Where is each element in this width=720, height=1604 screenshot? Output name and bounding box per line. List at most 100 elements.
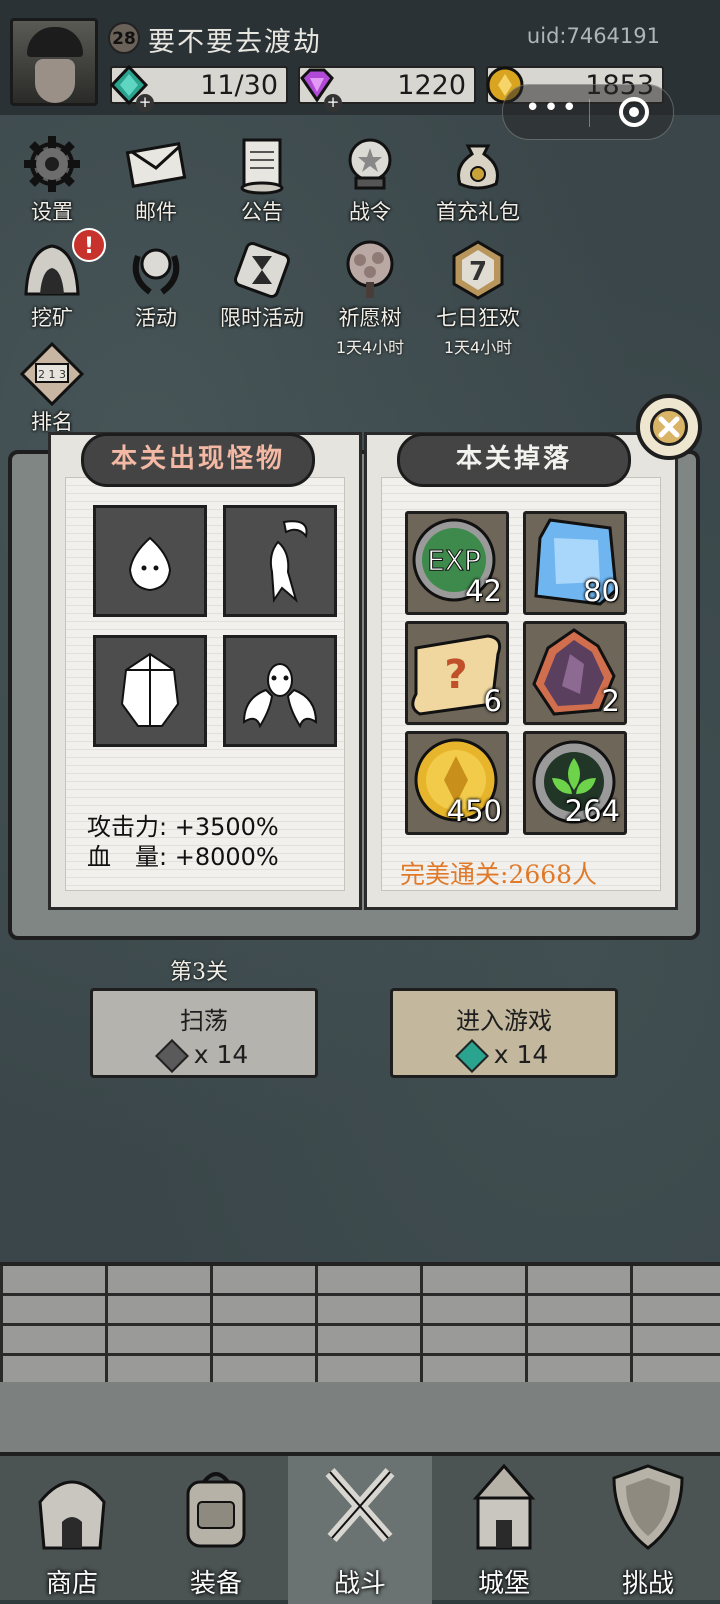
wizard-hat-icon	[27, 27, 83, 57]
castle-icon	[472, 1463, 536, 1550]
nav-challenge[interactable]: 挑战	[576, 1456, 720, 1604]
sweep-cost: x 14	[93, 1039, 315, 1073]
svg-text:?: ?	[444, 652, 467, 698]
hp-stat: 血 量: +8000%	[87, 837, 279, 872]
menu-mining[interactable]: ! 挖矿	[4, 228, 106, 332]
close-miniapp-icon[interactable]	[619, 97, 649, 127]
wish-tree-icon	[346, 240, 394, 298]
nav-castle[interactable]: 城堡	[432, 1456, 576, 1604]
capsule-divider	[589, 99, 590, 127]
drop-blue-gem[interactable]: 80	[523, 511, 627, 615]
money-bag-icon	[457, 144, 499, 190]
menu-label: 祈愿树	[338, 306, 402, 330]
menu-label: 设置	[31, 200, 73, 224]
monster-golem[interactable]	[93, 635, 207, 747]
nav-label: 商店	[45, 1569, 98, 1599]
drops-title-banner: 本关掉落	[397, 433, 631, 487]
menu-announcement[interactable]: 公告	[214, 132, 310, 226]
wizard-beard-icon	[35, 59, 75, 103]
sweep-cost-value: x 14	[193, 1040, 249, 1069]
drop-mystery-scroll[interactable]: ? 6	[405, 621, 509, 725]
notification-alert-icon: !	[72, 228, 106, 262]
stage-number: 第3关	[170, 960, 228, 985]
nav-label: 挑战	[621, 1569, 674, 1599]
menu-limited-events[interactable]: 限时活动	[214, 238, 310, 332]
energy-crystal-icon	[454, 1039, 489, 1073]
exp-label: EXP	[427, 544, 481, 577]
seven-day-badge-icon: 7	[452, 240, 504, 300]
scroll-icon	[240, 138, 284, 195]
backpack-icon	[186, 1472, 246, 1548]
gem-resource[interactable]: + 1220	[298, 66, 476, 112]
bottom-nav: 商店 装备 战斗 城堡 挑战	[0, 1452, 720, 1604]
menu-label: 首充礼包	[436, 200, 520, 224]
slime-icon	[128, 536, 172, 592]
add-energy-icon[interactable]: +	[136, 94, 154, 112]
monsters-title-banner: 本关出现怪物	[81, 433, 315, 487]
drop-gold-coin[interactable]: 450	[405, 731, 509, 835]
menu-settings[interactable]: 设置	[4, 132, 100, 226]
castle-wall	[0, 1262, 720, 1386]
nav-equipment[interactable]: 装备	[144, 1456, 288, 1604]
nav-label: 战斗	[333, 1569, 386, 1599]
menu-label: 七日狂欢	[436, 306, 520, 330]
menu-label: 公告	[241, 200, 283, 224]
menu-wish-tree[interactable]: 祈愿树 1天4小时	[322, 238, 418, 358]
menu-events[interactable]: 活动	[108, 238, 204, 332]
wolf-icon	[269, 520, 308, 603]
drop-green-rune[interactable]: 264	[523, 731, 627, 835]
drop-qty: 80	[583, 574, 620, 608]
energy-crystal-icon	[154, 1039, 189, 1073]
drop-qty: 42	[465, 574, 502, 608]
drop-qty: 450	[446, 794, 502, 828]
wish-tree-timer: 1天4小时	[335, 338, 405, 357]
drops-page: 本关掉落 EXP 42 80 ? 6 2 450 264	[364, 432, 678, 910]
menu-label: 邮件	[135, 200, 177, 224]
hp-value: +8000%	[174, 843, 279, 871]
menu-first-recharge[interactable]: 首充礼包	[430, 132, 526, 226]
drop-dark-crystal[interactable]: 2	[523, 621, 627, 725]
monster-wolf[interactable]	[223, 505, 337, 617]
gear-icon	[24, 136, 80, 192]
shield-icon	[612, 1464, 684, 1550]
avatar[interactable]	[10, 18, 98, 106]
monster-scorpion[interactable]	[223, 635, 337, 747]
add-gem-icon[interactable]: +	[324, 94, 342, 112]
menu-label: 活动	[135, 306, 177, 330]
rock-golem-icon	[120, 652, 180, 727]
player-name: 要不要去渡劫	[148, 27, 322, 58]
close-icon	[650, 408, 688, 446]
drop-qty: 6	[483, 684, 502, 718]
laurel-trophy-icon	[132, 248, 180, 295]
menu-ranking[interactable]: 2 1 3 排名	[4, 341, 100, 436]
energy-value: 11/30	[200, 70, 278, 101]
menu-mail[interactable]: 邮件	[108, 132, 204, 226]
energy-resource[interactable]: + 11/30	[109, 64, 288, 112]
menu-seven-day[interactable]: 7 七日狂欢 1天4小时	[430, 238, 526, 358]
menu-label: 限时活动	[220, 306, 304, 330]
sweep-button[interactable]: 扫荡 x 14	[90, 988, 318, 1078]
scorpion-icon	[242, 663, 318, 729]
monster-slime[interactable]	[93, 505, 207, 617]
podium-icon: 2 1 3	[19, 341, 85, 407]
envelope-icon	[125, 142, 187, 188]
hp-label: 血 量:	[87, 843, 168, 871]
crystal-ball-icon	[348, 138, 392, 190]
more-menu-icon[interactable]: •••	[525, 93, 580, 123]
shop-hut-icon	[38, 1480, 106, 1550]
seven-day-timer: 1天4小时	[443, 338, 513, 357]
podium-digits: 2 1 3	[38, 368, 66, 381]
nav-shop[interactable]: 商店	[0, 1456, 144, 1604]
nav-label: 城堡	[477, 1569, 530, 1599]
drop-qty: 264	[564, 794, 620, 828]
drop-exp[interactable]: EXP 42	[405, 511, 509, 615]
perfect-clear-count: 完美通关:2668人	[400, 860, 598, 889]
mini-program-capsule: •••	[502, 84, 674, 140]
enter-game-button[interactable]: 进入游戏 x 14	[390, 988, 618, 1078]
monsters-page: 本关出现怪物 攻击力: +3500% 血 量: +8000%	[48, 432, 362, 910]
enter-label: 进入游戏	[456, 1007, 552, 1035]
nav-label: 装备	[189, 1569, 242, 1599]
close-panel-button[interactable]	[636, 394, 702, 460]
nav-battle[interactable]: 战斗	[288, 1456, 432, 1604]
menu-battle-pass[interactable]: 战令	[322, 132, 418, 226]
